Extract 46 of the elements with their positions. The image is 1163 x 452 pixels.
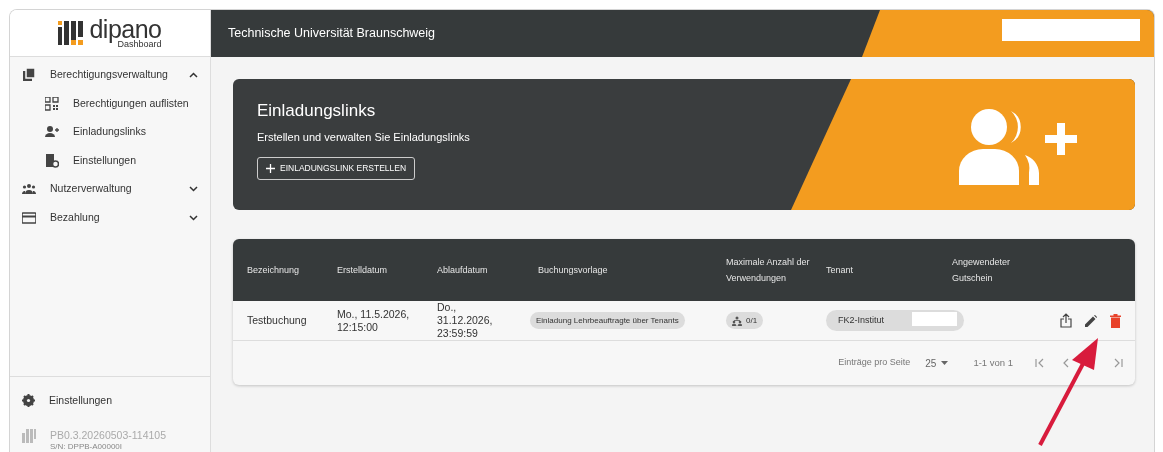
column-header: Bezeichnung bbox=[233, 239, 323, 301]
qr-code-icon bbox=[45, 96, 59, 111]
page-size-select[interactable]: 25 bbox=[925, 355, 949, 371]
logo-icon bbox=[58, 21, 85, 45]
serial-number: S/N: DPPB-A00000I bbox=[50, 442, 124, 452]
column-header: Ablaufdatum bbox=[423, 239, 524, 301]
column-header: Maximale Anzahl der Verwendungen bbox=[712, 239, 812, 301]
table-cell: Testbuchung bbox=[233, 301, 323, 341]
first-page-button[interactable] bbox=[1035, 358, 1045, 368]
share-button[interactable] bbox=[1060, 313, 1072, 328]
sidebar-item[interactable]: Nutzerverwaltung bbox=[10, 175, 210, 204]
usage-chip: 0/1 bbox=[726, 312, 764, 329]
column-header: Buchungsvorlage bbox=[524, 239, 712, 301]
sidebar-item[interactable]: Einstellungen bbox=[10, 386, 210, 415]
building-gear-icon bbox=[45, 153, 59, 168]
sidebar-subitem[interactable]: Berechtigungen auflisten bbox=[10, 89, 210, 118]
sidebar-subitem[interactable]: Einstellungen bbox=[10, 146, 210, 175]
sidebar-item[interactable]: Berechtigungsverwaltung bbox=[10, 61, 210, 90]
person-add-icon bbox=[45, 125, 59, 140]
last-page-button[interactable] bbox=[1113, 358, 1123, 368]
template-chip: Einladung Lehrbeauftragte über Tenants bbox=[530, 312, 685, 329]
header-title: Technische Universität Braunschweig bbox=[228, 25, 436, 43]
page-range: 1-1 von 1 bbox=[973, 355, 1013, 370]
credit-card-icon bbox=[22, 210, 36, 225]
hero-subtitle: Erstellen und verwalten Sie Einladungslinks bbox=[257, 130, 471, 146]
logo-icon bbox=[22, 429, 36, 443]
column-header: Angewendeter Gutschein bbox=[938, 239, 1038, 301]
column-header: Erstelldatum bbox=[323, 239, 423, 301]
tenant-chip: FK2-Institut bbox=[826, 310, 964, 331]
redacted-area bbox=[912, 312, 957, 326]
table-cell: Mo., 11.5.2026, 12:15:00 bbox=[323, 301, 423, 341]
column-header: Tenant bbox=[812, 239, 938, 301]
sidebar-item[interactable]: Bezahlung bbox=[10, 203, 210, 232]
caret-icon bbox=[941, 361, 949, 365]
previous-page-button[interactable] bbox=[1061, 358, 1071, 368]
create-link-button[interactable]: EINLADUNGSLINK ERSTELLEN bbox=[257, 156, 416, 180]
delete-button[interactable] bbox=[1110, 313, 1121, 328]
table-cell: Do., 31.12.2026, 23:59:59 bbox=[423, 301, 524, 341]
rows-per-page-label: Einträge pro Seite bbox=[838, 356, 911, 370]
folders-icon bbox=[22, 68, 36, 83]
hero-title: Einladungslinks bbox=[257, 101, 377, 122]
version-text: PB0.3.20260503-114105 bbox=[50, 429, 166, 442]
plus-icon bbox=[266, 163, 275, 173]
settings-icon bbox=[22, 394, 35, 408]
sidebar-subitem[interactable]: Einladungslinks bbox=[10, 118, 210, 147]
edit-button[interactable] bbox=[1085, 314, 1097, 327]
